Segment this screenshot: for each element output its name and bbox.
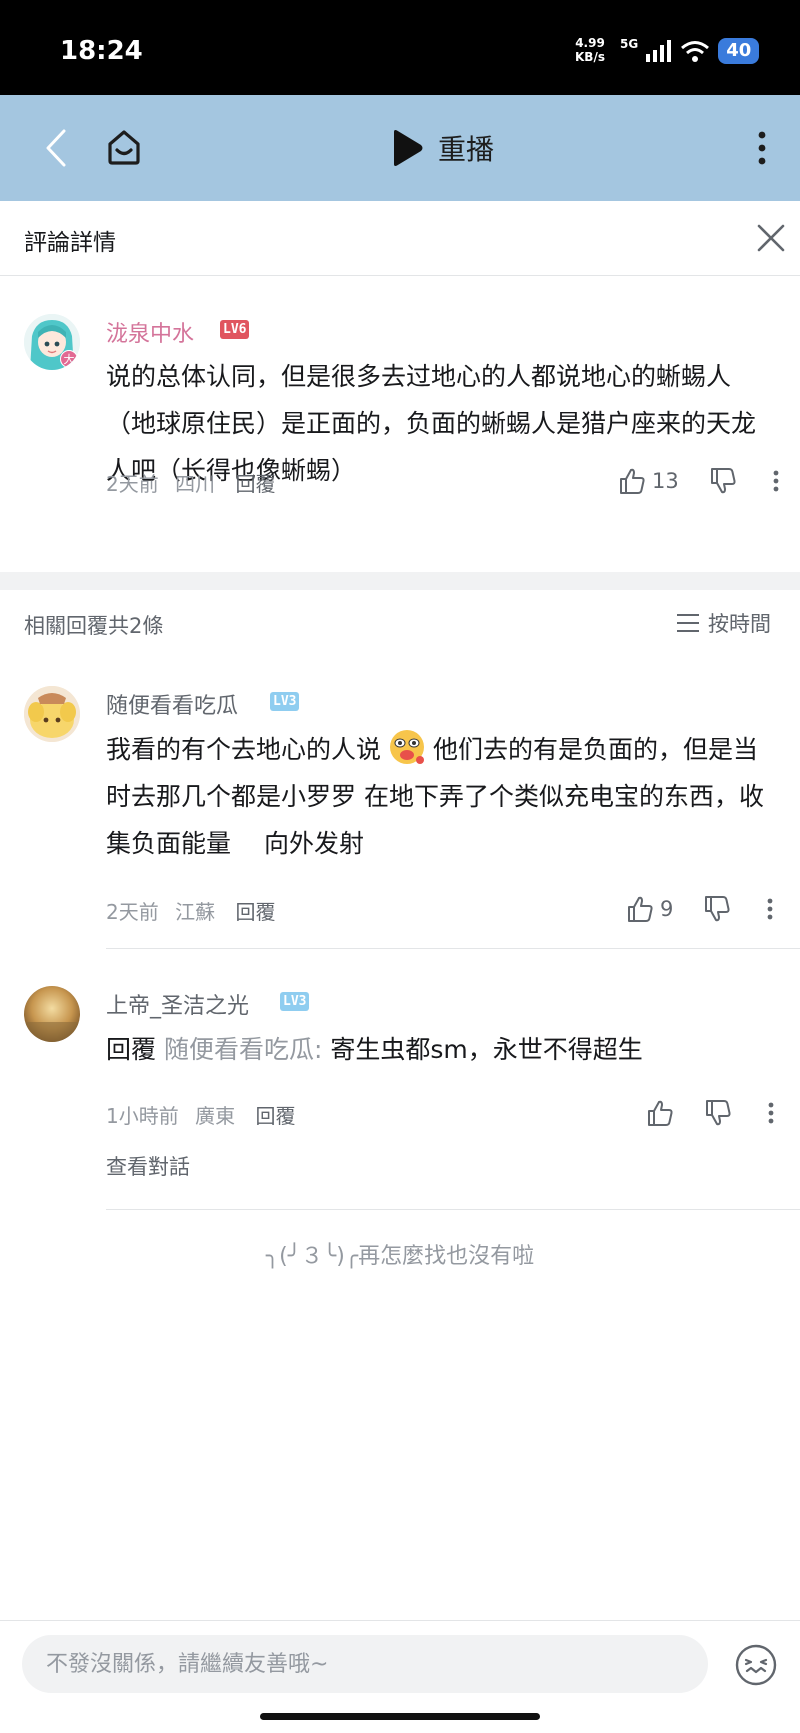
like-button[interactable]: 9	[626, 895, 673, 923]
reply-target-user[interactable]: 随便看看吃瓜:	[164, 1035, 322, 1064]
network-speed: 4.99 KB/s	[575, 36, 605, 64]
replay-button[interactable]: 重播	[390, 119, 494, 177]
avatar[interactable]	[24, 686, 80, 742]
comment-meta: 2天前 四川 回覆	[106, 468, 275, 497]
comment-text: 我看的有个去地心的人说 他们去的有是负面的，但是当时去那几个都是小罗罗 在地下弄…	[106, 726, 776, 867]
comment-input[interactable]	[22, 1635, 708, 1693]
emoji-button[interactable]	[734, 1643, 778, 1687]
thumbs-down-icon	[706, 1100, 731, 1126]
play-icon	[394, 130, 423, 166]
chevron-left-icon	[46, 129, 66, 167]
username[interactable]: 上帝_圣洁之光	[106, 988, 249, 1020]
signal-icon	[646, 40, 672, 62]
reply-divider	[106, 1209, 800, 1210]
avatar[interactable]: 大	[24, 314, 80, 370]
level-badge: LV6	[220, 320, 250, 339]
comment-time: 2天前	[106, 472, 159, 496]
thumbs-down-icon	[705, 896, 730, 922]
status-time: 18:24	[60, 36, 143, 66]
comment-text: 回覆 随便看看吃瓜: 寄生虫都sm，永世不得超生	[106, 1035, 643, 1064]
comment-more-button[interactable]	[773, 470, 779, 492]
more-button[interactable]	[738, 120, 786, 176]
back-button[interactable]	[28, 120, 84, 176]
more-vertical-icon	[773, 470, 779, 492]
avatar-image	[24, 686, 80, 742]
home-indicator	[260, 1713, 540, 1720]
comment-meta: 1小時前 廣東 回覆	[106, 1100, 295, 1129]
reply-button[interactable]: 回覆	[235, 472, 275, 496]
wifi-icon	[681, 41, 710, 62]
more-vertical-icon	[758, 131, 766, 165]
emoji-face-icon	[735, 1644, 777, 1686]
thumbs-down-icon	[710, 468, 736, 494]
username[interactable]: 泷泉中水	[106, 316, 194, 348]
more-vertical-icon	[768, 1102, 774, 1124]
level-badge: LV3	[280, 992, 310, 1011]
battery-indicator: 40	[718, 38, 760, 64]
list-icon	[677, 614, 699, 632]
emoji-sticker-icon	[387, 726, 427, 766]
sort-by-time-button[interactable]: 按時間	[676, 608, 771, 638]
avatar-badge: 大	[60, 350, 78, 368]
main-comment: 大 泷泉中水 LV6 说的总体认同，但是很多去过地心的人都说地心的蜥蜴人（地球原…	[0, 300, 800, 572]
thumbs-up-icon	[628, 896, 653, 922]
dislike-button[interactable]	[703, 895, 731, 923]
comment-location: 四川	[175, 472, 216, 496]
view-conversation-link[interactable]: 查看對話	[106, 1151, 190, 1181]
reply-prefix: 回覆	[106, 1035, 157, 1064]
network-type: 5G	[620, 37, 639, 51]
home-tv-icon	[108, 130, 140, 165]
like-button[interactable]: 13	[618, 467, 679, 495]
replies-count: 相關回覆共2條	[24, 614, 164, 638]
comment-actions: 9	[626, 891, 773, 927]
thumbs-up-icon	[648, 1100, 673, 1126]
like-count: 13	[652, 469, 679, 493]
sheet-title: 評論詳情	[24, 230, 116, 256]
like-button[interactable]	[646, 1099, 674, 1127]
status-bar: 18:24 4.99 KB/s 5G 40	[0, 0, 800, 95]
section-separator	[0, 572, 800, 590]
username[interactable]: 随便看看吃瓜	[106, 688, 238, 720]
comment-actions: 13	[618, 463, 779, 499]
avatar[interactable]	[24, 986, 80, 1042]
reply-button[interactable]: 回覆	[255, 1104, 295, 1128]
level-badge: LV3	[270, 692, 300, 711]
dislike-button[interactable]	[709, 467, 737, 495]
comment-detail-header: 評論詳情	[0, 201, 800, 276]
comment-actions	[646, 1095, 774, 1131]
home-button[interactable]	[96, 117, 152, 177]
thumbs-up-icon	[620, 468, 645, 494]
close-icon	[757, 224, 785, 252]
reply-button[interactable]: 回覆	[235, 900, 275, 924]
comment-meta: 2天前 江蘇 回覆	[106, 896, 275, 925]
comment-location: 廣東	[195, 1104, 236, 1128]
close-button[interactable]	[750, 217, 792, 259]
comment-more-button[interactable]	[768, 1102, 774, 1124]
end-of-list-note: ╮(╯３╰)╭再怎麼找也沒有啦	[265, 1244, 535, 1269]
replies-header: 相關回覆共2條 按時間	[0, 590, 800, 656]
comment-more-button[interactable]	[767, 898, 773, 920]
comment-input-bar	[0, 1620, 800, 1733]
avatar-image	[24, 986, 80, 1042]
top-nav-bar: 重播	[0, 95, 800, 201]
status-icons: 5G 40	[620, 36, 760, 66]
sort-label: 按時間	[708, 612, 771, 636]
more-vertical-icon	[767, 898, 773, 920]
comment-location: 江蘇	[175, 900, 216, 924]
replay-label: 重播	[438, 133, 495, 166]
reply-divider	[106, 948, 800, 949]
comment-time: 2天前	[106, 900, 159, 924]
comment-time: 1小時前	[106, 1104, 179, 1128]
dislike-button[interactable]	[704, 1099, 732, 1127]
reply-item: 随便看看吃瓜 LV3 我看的有个去地心的人说 他们去的有是负面的，但是当时去那几…	[0, 668, 800, 948]
like-count: 9	[660, 897, 674, 921]
